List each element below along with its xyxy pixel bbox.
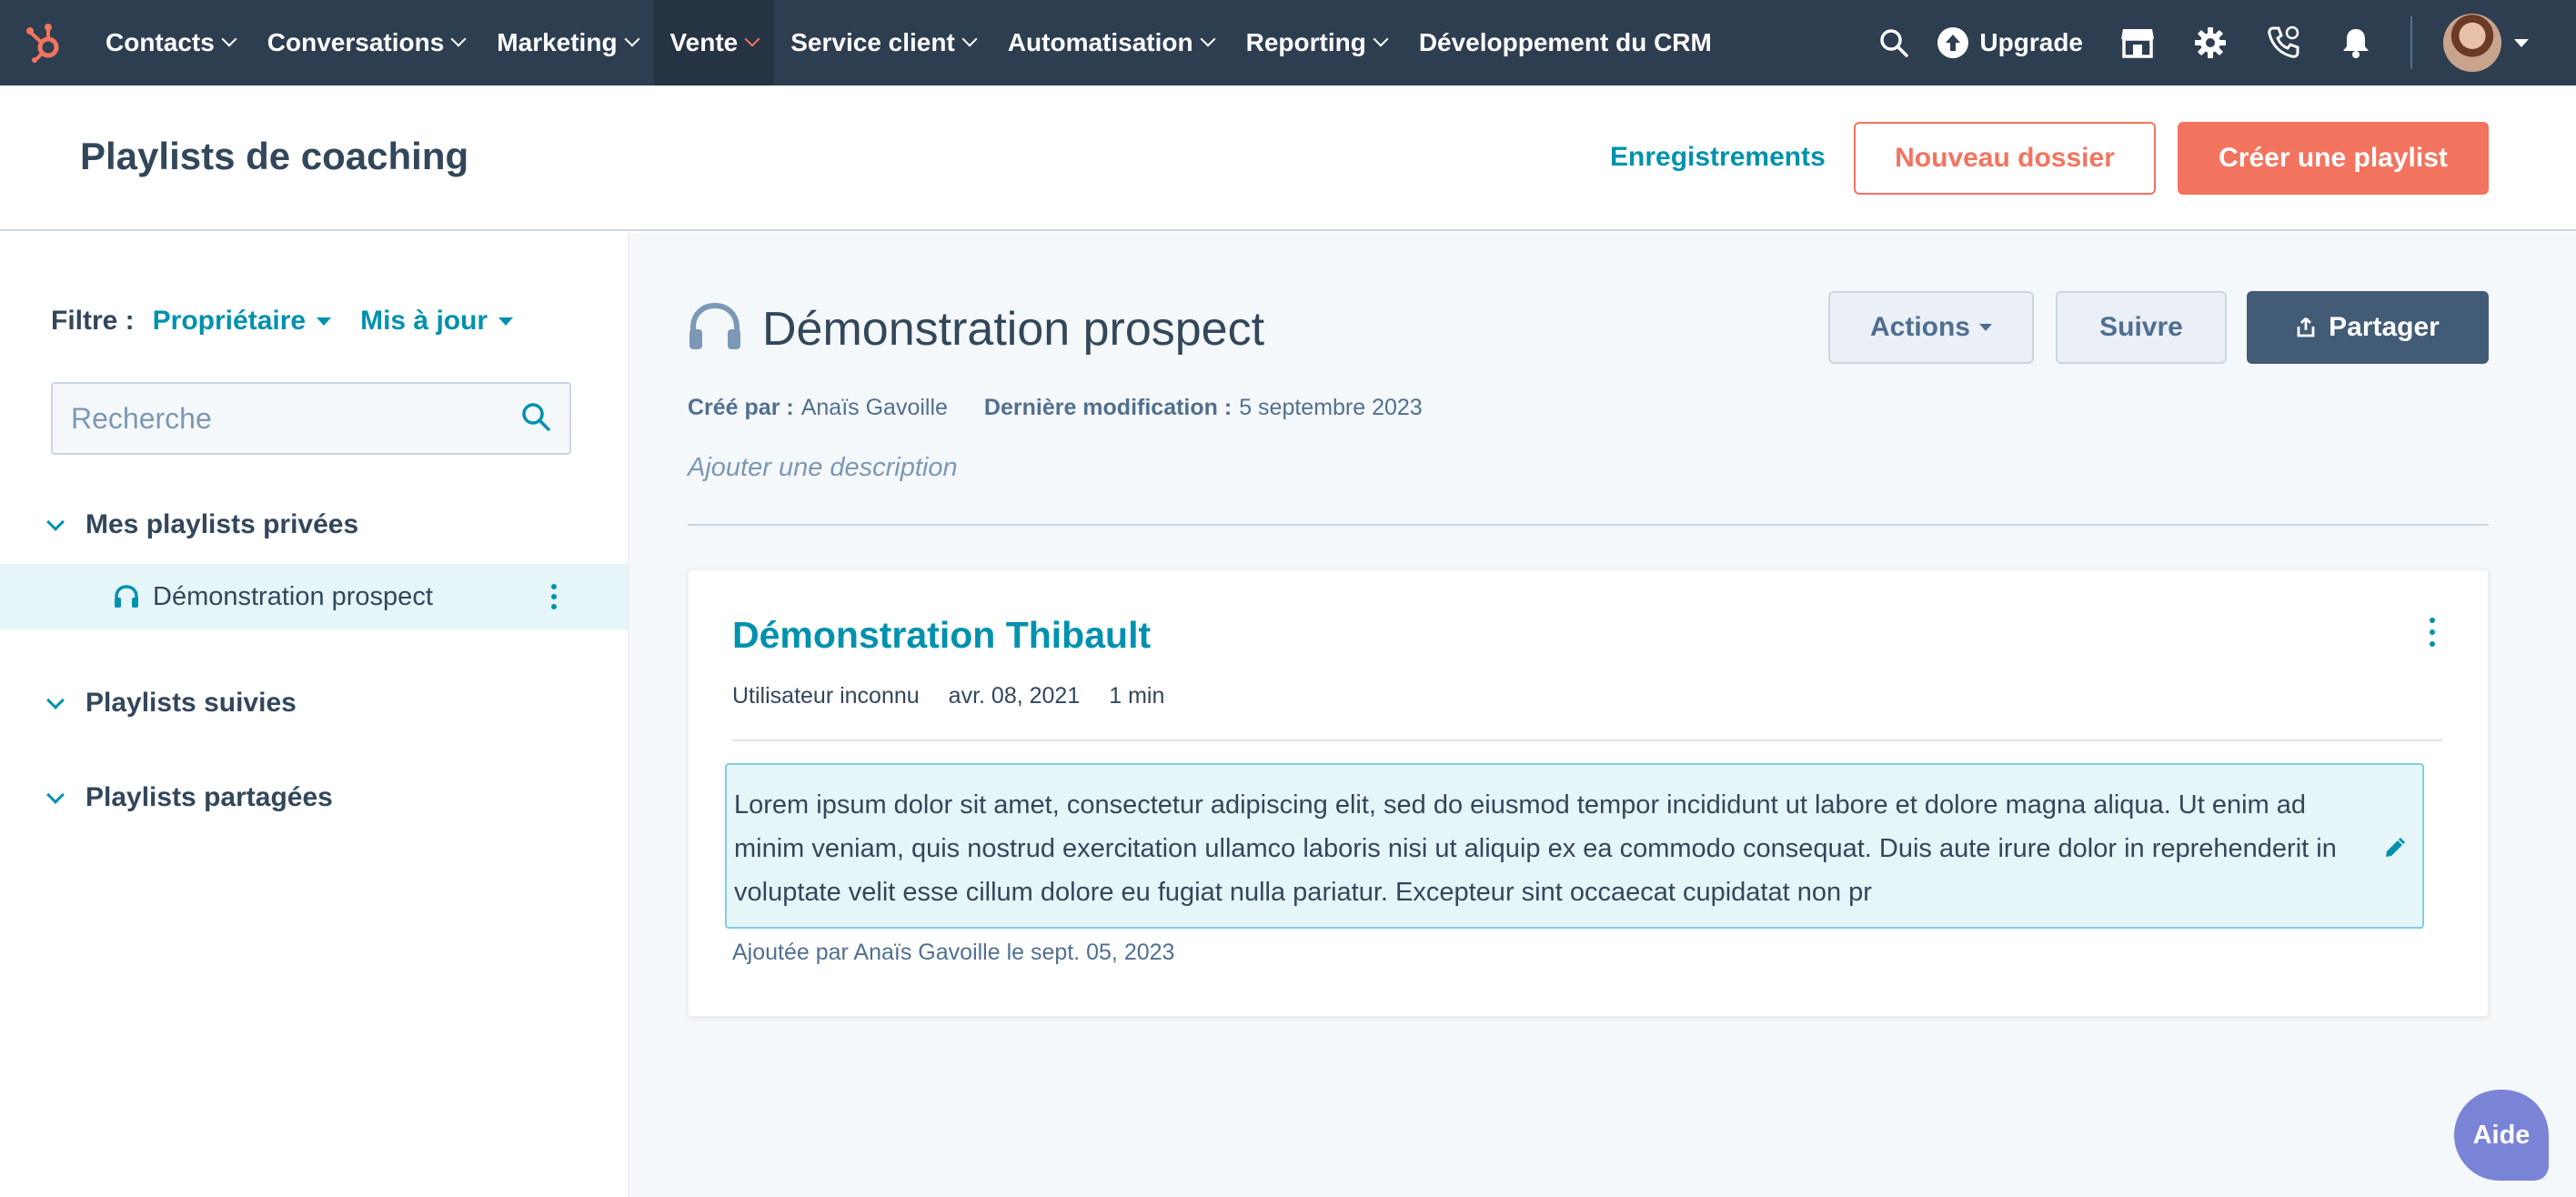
caret-down-icon xyxy=(317,317,332,326)
section-shared-playlists[interactable]: Playlists partagées xyxy=(42,782,333,813)
recording-meta: Utilisateur inconnu avr. 08, 2021 1 min xyxy=(732,683,1193,709)
added-by: Ajoutée par Anaïs Gavoille le sept. 05, … xyxy=(732,940,1175,965)
nav-item-label: Marketing xyxy=(497,28,618,56)
pencil-icon[interactable] xyxy=(2382,830,2406,874)
updated-filter-label: Mis à jour xyxy=(360,306,488,336)
create-playlist-button[interactable]: Créer une playlist xyxy=(2178,122,2489,195)
settings-icon[interactable] xyxy=(2174,0,2247,86)
divider xyxy=(688,524,2489,526)
search-icon[interactable] xyxy=(1857,0,1930,86)
nav-item-label: Vente xyxy=(669,28,739,56)
section-private-playlists[interactable]: Mes playlists privées xyxy=(42,509,358,540)
section-followed-playlists[interactable]: Playlists suivies xyxy=(42,688,297,719)
divider xyxy=(732,739,2442,741)
actions-dropdown-button[interactable]: Actions xyxy=(1828,291,2034,364)
nav-item-3[interactable]: Vente xyxy=(653,0,775,86)
nav-item-label: Développement du CRM xyxy=(1418,28,1712,56)
nav-right-tools: Upgrade xyxy=(1857,0,2576,86)
share-button[interactable]: Partager xyxy=(2247,291,2489,364)
share-icon xyxy=(2296,317,2316,338)
last-modified: Dernière modification :5 septembre 2023 xyxy=(983,395,1423,420)
owner-filter-label: Propriétaire xyxy=(152,306,307,336)
chevron-down-icon xyxy=(450,31,467,47)
share-label: Partager xyxy=(2329,312,2440,342)
headphones-icon xyxy=(686,300,744,357)
recording-note[interactable]: Lorem ipsum dolor sit amet, consectetur … xyxy=(725,763,2424,929)
nav-menu: Contacts Conversations Marketing Vente Servi… xyxy=(89,0,1728,86)
playlist-sidebar: Filtre : Propriétaire Mis à jour Mes pla… xyxy=(0,233,629,1197)
recording-duration: 1 min xyxy=(1109,683,1165,709)
filter-bar: Filtre : Propriétaire Mis à jour xyxy=(51,306,542,337)
nav-item-label: Reporting xyxy=(1245,28,1366,56)
sidebar-playlist-item[interactable]: Démonstration prospect xyxy=(0,564,628,629)
nav-item-2[interactable]: Marketing xyxy=(480,0,653,86)
upgrade-icon xyxy=(1937,27,1969,58)
filter-label: Filtre : xyxy=(51,306,135,336)
recording-note-text: Lorem ipsum dolor sit amet, consectetur … xyxy=(734,790,2337,907)
chevron-down-icon xyxy=(744,31,760,47)
owner-filter-dropdown[interactable]: Propriétaire xyxy=(152,306,332,337)
recordings-link[interactable]: Enregistrements xyxy=(1610,142,1826,173)
recording-card: Démonstration Thibault Utilisateur incon… xyxy=(688,569,2489,1017)
search-box xyxy=(51,382,571,455)
more-options-icon[interactable] xyxy=(548,584,559,609)
headphones-icon xyxy=(113,584,140,609)
created-by: Créé par : Anaïs Gavoille xyxy=(688,395,948,420)
section-label: Playlists partagées xyxy=(86,782,333,812)
recording-title-link[interactable]: Démonstration Thibault xyxy=(732,614,1151,657)
calling-icon[interactable] xyxy=(2247,0,2319,86)
chevron-down-icon xyxy=(961,31,978,47)
follow-button[interactable]: Suivre xyxy=(2056,291,2227,364)
user-avatar[interactable] xyxy=(2443,14,2501,72)
caret-down-icon xyxy=(498,317,514,326)
section-label: Playlists suivies xyxy=(86,688,297,718)
marketplace-icon[interactable] xyxy=(2101,0,2174,86)
more-options-icon[interactable] xyxy=(2427,618,2438,647)
upgrade-button[interactable]: Upgrade xyxy=(1930,27,2101,58)
nav-item-label: Conversations xyxy=(267,28,445,56)
page-header: Playlists de coaching Enregistrements No… xyxy=(0,86,2576,231)
updated-filter-dropdown[interactable]: Mis à jour xyxy=(360,306,514,337)
upgrade-label: Upgrade xyxy=(1979,28,2083,56)
sidebar-playlist-label: Démonstration prospect xyxy=(153,581,433,611)
actions-label: Actions xyxy=(1869,312,1970,342)
chevron-down-icon xyxy=(624,31,640,47)
search-input[interactable] xyxy=(71,401,520,436)
notifications-icon[interactable] xyxy=(2319,0,2392,86)
chevron-down-icon xyxy=(46,786,65,804)
playlist-detail: Démonstration prospect Actions Suivre Pa… xyxy=(629,233,2576,1197)
nav-divider xyxy=(2410,16,2412,69)
add-description-field[interactable]: Ajouter une description xyxy=(688,453,958,483)
page-title: Playlists de coaching xyxy=(80,135,469,177)
search-icon[interactable] xyxy=(520,401,551,437)
nav-item-4[interactable]: Service client xyxy=(774,0,991,86)
chevron-down-icon xyxy=(1373,31,1389,47)
nav-item-label: Automatisation xyxy=(1007,28,1193,56)
chevron-down-icon xyxy=(221,31,237,47)
nav-item-0[interactable]: Contacts xyxy=(89,0,251,86)
chevron-down-icon xyxy=(1200,31,1216,47)
chevron-down-icon xyxy=(46,691,65,709)
help-button[interactable]: Aide xyxy=(2454,1090,2549,1181)
nav-item-5[interactable]: Automatisation xyxy=(991,0,1230,86)
recording-date: avr. 08, 2021 xyxy=(948,683,1081,709)
section-label: Mes playlists privées xyxy=(86,509,359,539)
playlist-title[interactable]: Démonstration prospect xyxy=(762,302,1264,357)
nav-item-1[interactable]: Conversations xyxy=(251,0,481,86)
playlist-meta: Créé par : Anaïs Gavoille Dernière modifi… xyxy=(688,395,1459,421)
nav-item-label: Contacts xyxy=(106,28,215,56)
caret-down-icon xyxy=(1979,324,1992,331)
nav-item-label: Service client xyxy=(790,28,955,56)
hubspot-logo-icon[interactable] xyxy=(0,0,89,86)
nav-item-6[interactable]: Reporting xyxy=(1230,0,1403,86)
account-menu-caret-icon[interactable] xyxy=(2514,38,2529,47)
new-folder-button[interactable]: Nouveau dossier xyxy=(1854,122,2156,195)
recording-user: Utilisateur inconnu xyxy=(732,683,920,709)
nav-item-7[interactable]: Développement du CRM xyxy=(1403,0,1728,86)
top-navigation: Contacts Conversations Marketing Vente Servi… xyxy=(0,0,2576,86)
playlist-title-row: Démonstration prospect xyxy=(686,300,1264,357)
chevron-down-icon xyxy=(46,513,65,531)
